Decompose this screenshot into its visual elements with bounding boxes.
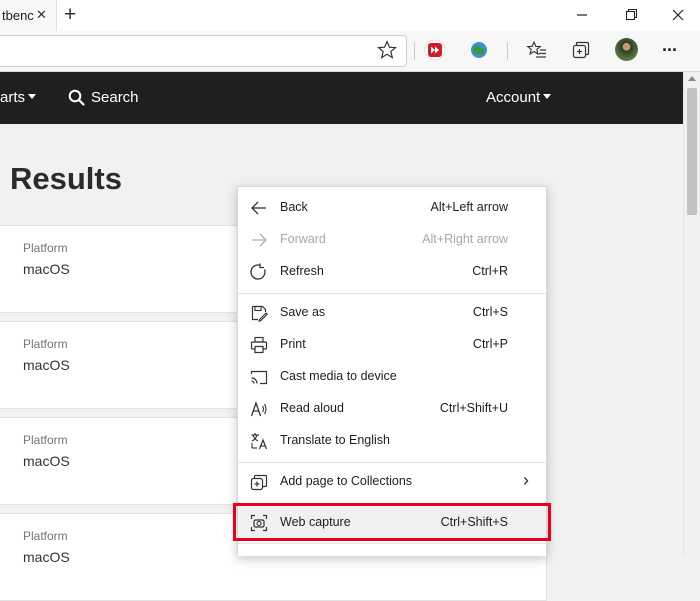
nav-search-link[interactable]: Search	[68, 89, 139, 106]
card-value: macOS	[23, 261, 70, 277]
menu-item-add-to-collections[interactable]: Add page to Collections ›	[238, 466, 546, 498]
back-arrow-icon	[251, 201, 266, 215]
profile-avatar[interactable]	[615, 38, 638, 61]
menu-item-save-as[interactable]: Save as Ctrl+S	[238, 297, 546, 329]
menu-divider	[238, 543, 546, 544]
close-window-icon[interactable]	[666, 5, 690, 25]
context-menu: Back Alt+Left arrow Forward Alt+Right ar…	[237, 186, 547, 556]
tab-strip: tbenc ✕ +	[0, 0, 700, 31]
read-aloud-icon	[250, 401, 267, 417]
site-navbar: arts Search Account	[0, 72, 683, 124]
highlight-annotation-box	[233, 503, 551, 541]
menu-item-print[interactable]: Print Ctrl+P	[238, 329, 546, 361]
menu-item-label: Cast media to device	[280, 369, 397, 383]
collections-icon	[250, 474, 268, 491]
tab-title: tbenc	[2, 8, 34, 23]
tab-close-icon[interactable]: ✕	[36, 7, 47, 23]
chevron-down-icon	[543, 94, 552, 99]
menu-item-shortcut: Ctrl+R	[472, 264, 508, 278]
menu-item-label: Add page to Collections	[280, 474, 413, 488]
menu-item-read-aloud[interactable]: Read aloud Ctrl+Shift+U	[238, 393, 546, 425]
card-label: Platform	[23, 241, 68, 255]
menu-item-shortcut: Ctrl+Shift+U	[439, 401, 508, 415]
scrollbar-thumb[interactable]	[687, 88, 697, 215]
toolbar-separator	[507, 42, 508, 60]
collections-icon[interactable]	[570, 39, 592, 61]
menu-item-forward[interactable]: Forward Alt+Right arrow	[238, 224, 546, 256]
menu-item-label: Print	[280, 337, 306, 351]
nav-charts-label: arts	[0, 89, 26, 106]
save-as-icon	[251, 305, 268, 322]
favorites-list-icon[interactable]	[526, 39, 548, 61]
search-icon	[68, 89, 85, 106]
menu-item-shortcut: Alt+Left arrow	[430, 200, 508, 214]
nav-search-label: Search	[91, 89, 139, 106]
card-label: Platform	[23, 433, 68, 447]
submenu-chevron-icon: ›	[523, 470, 529, 490]
card-label: Platform	[23, 337, 68, 351]
settings-more-button[interactable]: ···	[662, 40, 678, 61]
minimize-icon[interactable]	[570, 5, 594, 25]
browser-toolbar: ···	[0, 31, 700, 72]
menu-item-label: Translate to English	[280, 433, 391, 447]
menu-item-shortcut: Ctrl+P	[472, 337, 508, 351]
menu-item-translate[interactable]: Translate to English	[238, 425, 546, 457]
extension-globe-icon[interactable]	[468, 39, 490, 61]
favorite-star-icon[interactable]	[376, 39, 398, 61]
menu-item-shortcut: Ctrl+S	[472, 305, 508, 319]
menu-item-back[interactable]: Back Alt+Left arrow	[238, 192, 546, 224]
menu-item-label: Read aloud	[280, 401, 344, 415]
card-value: macOS	[23, 357, 70, 373]
scroll-up-icon[interactable]	[688, 76, 696, 81]
nav-charts-link[interactable]: arts	[0, 89, 37, 106]
new-tab-button[interactable]: +	[64, 3, 76, 27]
menu-item-shortcut: Alt+Right arrow	[422, 232, 508, 246]
card-value: macOS	[23, 453, 70, 469]
refresh-icon	[250, 263, 266, 280]
nav-account-label: Account	[486, 89, 541, 106]
card-label: Platform	[23, 529, 68, 543]
menu-item-label: Refresh	[280, 264, 324, 278]
toolbar-separator	[414, 42, 415, 60]
page-scrollbar[interactable]	[683, 72, 700, 555]
chevron-down-icon	[28, 94, 37, 99]
restore-icon[interactable]	[619, 5, 643, 25]
menu-divider	[238, 462, 546, 463]
browser-tab[interactable]: tbenc ✕	[0, 0, 57, 31]
menu-item-label: Save as	[280, 305, 326, 319]
printer-icon	[250, 336, 268, 354]
menu-item-cast-media[interactable]: Cast media to device	[238, 361, 546, 393]
extension-red-icon[interactable]	[424, 39, 446, 61]
menu-divider	[238, 293, 546, 294]
menu-item-label: Forward	[280, 232, 326, 246]
page-title: Results	[10, 161, 122, 196]
menu-item-label: Back	[280, 200, 308, 214]
address-bar[interactable]	[0, 35, 407, 67]
cast-icon	[250, 370, 268, 385]
nav-account-link[interactable]: Account	[486, 89, 552, 106]
forward-arrow-icon	[252, 233, 267, 247]
card-value: macOS	[23, 549, 70, 565]
menu-item-refresh[interactable]: Refresh Ctrl+R	[238, 256, 546, 288]
translate-icon	[251, 433, 268, 450]
